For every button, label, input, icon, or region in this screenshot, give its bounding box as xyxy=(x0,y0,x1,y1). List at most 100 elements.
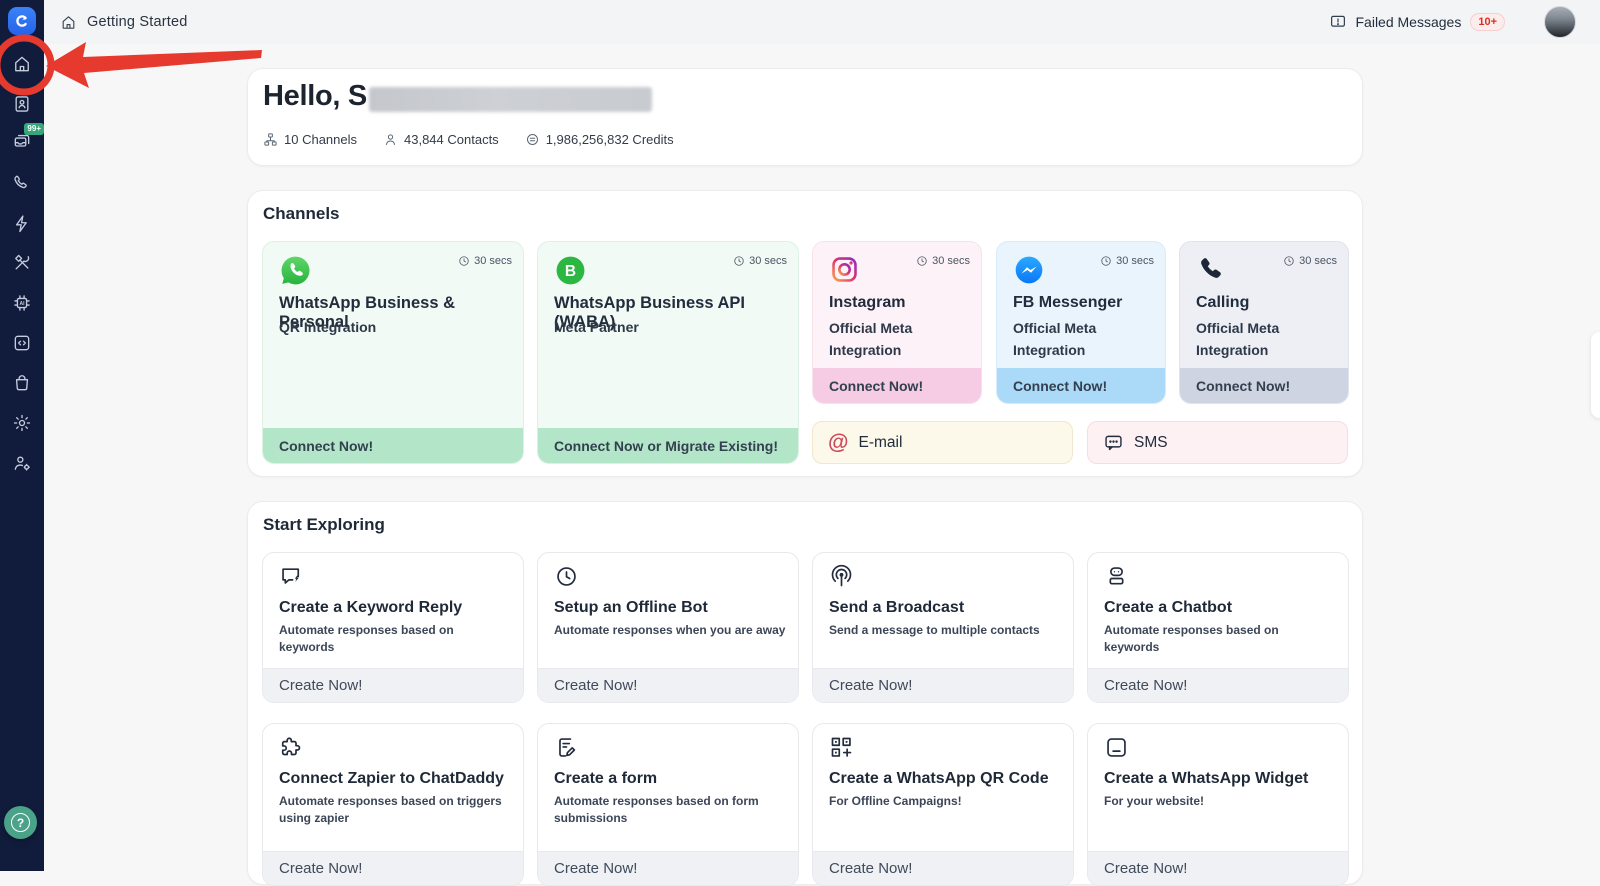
gear-icon xyxy=(12,413,32,433)
edge-scroll-tab[interactable] xyxy=(1591,332,1600,418)
channels-panel: Channels 30 secs WhatsApp Business & Per… xyxy=(247,190,1363,477)
keyword-reply-icon xyxy=(278,563,305,595)
sidebar-item-contacts[interactable] xyxy=(10,92,34,116)
channel-card-sms[interactable]: SMS xyxy=(1087,421,1348,464)
channel-subtitle: Official Meta Integration xyxy=(1013,318,1151,361)
stat-channels: 10 Channels xyxy=(263,132,357,147)
svg-text:B: B xyxy=(565,263,576,280)
create-now-button[interactable]: Create Now! xyxy=(813,668,1073,702)
explore-card-title: Create a form xyxy=(554,770,657,788)
channels-title: Channels xyxy=(263,204,340,224)
waba-icon: B xyxy=(554,254,587,292)
explore-card-title: Send a Broadcast xyxy=(829,599,964,617)
question-mark-icon: ? xyxy=(11,813,30,832)
setup-time-chip: 30 secs xyxy=(1100,255,1154,267)
widget-icon xyxy=(1103,734,1130,766)
user-avatar[interactable] xyxy=(1544,6,1576,38)
explore-card-subtitle: Automate responses based on triggers usi… xyxy=(279,793,511,828)
explore-card-form[interactable]: Create a form Automate responses based o… xyxy=(537,723,799,886)
create-now-button[interactable]: Create Now! xyxy=(263,668,523,702)
create-now-button[interactable]: Create Now! xyxy=(538,668,798,702)
home-icon xyxy=(12,54,32,74)
explore-card-broadcast[interactable]: Send a Broadcast Send a message to multi… xyxy=(812,552,1074,703)
explore-card-widget[interactable]: Create a WhatsApp Widget For your websit… xyxy=(1087,723,1349,886)
clock-icon xyxy=(458,255,470,267)
explore-card-title: Connect Zapier to ChatDaddy xyxy=(279,770,504,788)
channel-card-instagram[interactable]: 30 secs Instagram Official Meta Integrat… xyxy=(812,241,982,404)
explore-card-offline-bot[interactable]: Setup an Offline Bot Automate responses … xyxy=(537,552,799,703)
breadcrumb-home-icon[interactable] xyxy=(60,14,77,31)
logo-c-icon xyxy=(14,13,30,29)
connect-now-button[interactable]: Connect Now! xyxy=(263,428,523,463)
form-icon xyxy=(553,734,580,766)
channel-title: SMS xyxy=(1134,434,1168,452)
clock-icon xyxy=(1100,255,1112,267)
create-now-button[interactable]: Create Now! xyxy=(813,851,1073,885)
explore-card-title: Create a Keyword Reply xyxy=(279,599,462,617)
channel-card-whatsapp[interactable]: 30 secs WhatsApp Business & Personal QR … xyxy=(262,241,524,464)
failed-messages-button[interactable]: Failed Messages 10+ xyxy=(1329,13,1506,31)
failed-messages-badge: 10+ xyxy=(1470,13,1505,31)
failed-message-icon xyxy=(1329,13,1347,31)
explore-card-keyword-reply[interactable]: Create a Keyword Reply Automate response… xyxy=(262,552,524,703)
credits-icon xyxy=(525,132,540,147)
blurred-username xyxy=(369,87,652,112)
inbox-badge: 99+ xyxy=(24,123,44,135)
qr-code-icon xyxy=(828,734,855,766)
clock-icon xyxy=(733,255,745,267)
shopping-bag-icon xyxy=(12,373,32,393)
user-gear-icon xyxy=(12,453,32,473)
stat-contacts-label: 43,844 Contacts xyxy=(404,132,499,147)
connect-now-button[interactable]: Connect Now or Migrate Existing! xyxy=(538,428,798,463)
channel-card-messenger[interactable]: 30 secs FB Messenger Official Meta Integ… xyxy=(996,241,1166,404)
connect-now-button[interactable]: Connect Now! xyxy=(997,368,1165,403)
channel-subtitle: QR Integration xyxy=(279,319,376,335)
channel-card-calling[interactable]: 30 secs Calling Official Meta Integratio… xyxy=(1179,241,1349,404)
help-button[interactable]: ? xyxy=(4,806,37,839)
stat-credits-label: 1,986,256,832 Credits xyxy=(546,132,674,147)
sidebar-item-home[interactable] xyxy=(10,52,34,76)
explore-card-subtitle: For your website! xyxy=(1104,793,1336,810)
sidebar-item-developer[interactable] xyxy=(10,331,34,355)
ai-chip-icon: AI xyxy=(12,293,32,313)
sidebar-item-automation[interactable] xyxy=(10,212,34,236)
create-now-button[interactable]: Create Now! xyxy=(263,851,523,885)
create-now-button[interactable]: Create Now! xyxy=(1088,668,1348,702)
channel-subtitle: Official Meta Integration xyxy=(1196,318,1334,361)
explore-card-subtitle: Send a message to multiple contacts xyxy=(829,622,1061,639)
connect-now-button[interactable]: Connect Now! xyxy=(813,368,981,403)
clock-icon xyxy=(1283,255,1295,267)
topbar: Getting Started Failed Messages 10+ xyxy=(44,0,1600,44)
explore-card-subtitle: Automate responses based on keywords xyxy=(1104,622,1336,657)
stat-contacts: 43,844 Contacts xyxy=(383,132,499,147)
sidebar-item-tools[interactable] xyxy=(10,251,34,275)
explore-card-chatbot[interactable]: Create a Chatbot Automate responses base… xyxy=(1087,552,1349,703)
sitemap-icon xyxy=(263,132,278,147)
explore-card-title: Create a WhatsApp Widget xyxy=(1104,770,1308,788)
channel-card-email[interactable]: @ E-mail xyxy=(812,421,1073,464)
chatdaddy-logo[interactable] xyxy=(8,7,36,35)
sidebar-item-inbox[interactable]: 99+ xyxy=(10,129,34,153)
create-now-button[interactable]: Create Now! xyxy=(538,851,798,885)
whatsapp-icon xyxy=(279,254,312,292)
explore-card-zapier[interactable]: Connect Zapier to ChatDaddy Automate res… xyxy=(262,723,524,886)
sidebar-item-phone[interactable] xyxy=(10,171,34,195)
svg-text:AI: AI xyxy=(20,301,26,307)
sidebar-item-ai[interactable]: AI xyxy=(10,291,34,315)
channel-card-waba[interactable]: B 30 secs WhatsApp Business API (WABA) M… xyxy=(537,241,799,464)
explore-card-title: Create a WhatsApp QR Code xyxy=(829,770,1049,788)
sidebar-item-settings[interactable] xyxy=(10,411,34,435)
channel-title: Calling xyxy=(1196,294,1249,312)
connect-now-button[interactable]: Connect Now! xyxy=(1180,368,1348,403)
lightning-icon xyxy=(12,214,32,234)
explore-card-qr-code[interactable]: Create a WhatsApp QR Code For Offline Ca… xyxy=(812,723,1074,886)
sidebar-item-team[interactable] xyxy=(10,451,34,475)
broadcast-icon xyxy=(828,563,855,595)
setup-time-chip: 30 secs xyxy=(733,255,787,267)
create-now-button[interactable]: Create Now! xyxy=(1088,851,1348,885)
channel-title: E-mail xyxy=(858,434,902,452)
sidebar: 99+ AI xyxy=(0,0,44,871)
channel-title: FB Messenger xyxy=(1013,294,1122,312)
sidebar-item-store[interactable] xyxy=(10,371,34,395)
explore-card-subtitle: Automate responses when you are away xyxy=(554,622,786,639)
